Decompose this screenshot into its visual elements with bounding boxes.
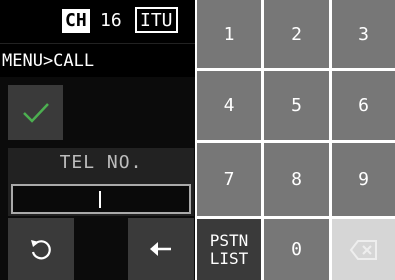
channel-number: 16	[100, 10, 122, 31]
checkmark-icon	[22, 102, 49, 123]
key-4[interactable]: 4	[197, 71, 261, 140]
status-bar: CH 16 ITU	[0, 0, 195, 43]
cursor-left-button[interactable]	[128, 218, 194, 280]
key-8[interactable]: 8	[264, 143, 329, 216]
key-7[interactable]: 7	[197, 143, 261, 216]
breadcrumb: MENU>CALL	[0, 43, 195, 77]
confirm-button[interactable]	[8, 85, 63, 140]
pstn-list-button[interactable]: PSTN LIST	[197, 219, 261, 280]
key-0[interactable]: 0	[264, 219, 329, 280]
channel-label: CH	[62, 9, 90, 33]
text-cursor	[99, 191, 101, 208]
key-2[interactable]: 2	[264, 0, 329, 68]
key-3[interactable]: 3	[332, 0, 395, 68]
left-arrow-icon	[150, 242, 171, 256]
backspace-icon	[349, 239, 377, 260]
undo-icon	[31, 240, 51, 260]
tel-number-input[interactable]	[11, 184, 191, 214]
key-1[interactable]: 1	[197, 0, 261, 68]
key-9[interactable]: 9	[332, 143, 395, 216]
call-menu-screen: CH 16 ITU MENU>CALL TEL NO. 1 2 3 4 5 6 …	[0, 0, 395, 280]
pstn-list-label-line1: PSTN	[209, 230, 249, 250]
tel-number-panel: TEL NO.	[8, 148, 194, 216]
channel-system-badge: ITU	[135, 7, 178, 33]
key-6[interactable]: 6	[332, 71, 395, 140]
key-5[interactable]: 5	[264, 71, 329, 140]
tel-number-label: TEL NO.	[59, 152, 143, 173]
backspace-button[interactable]	[332, 219, 395, 280]
back-button[interactable]	[8, 218, 74, 280]
pstn-list-label-line2: LIST	[209, 248, 249, 268]
